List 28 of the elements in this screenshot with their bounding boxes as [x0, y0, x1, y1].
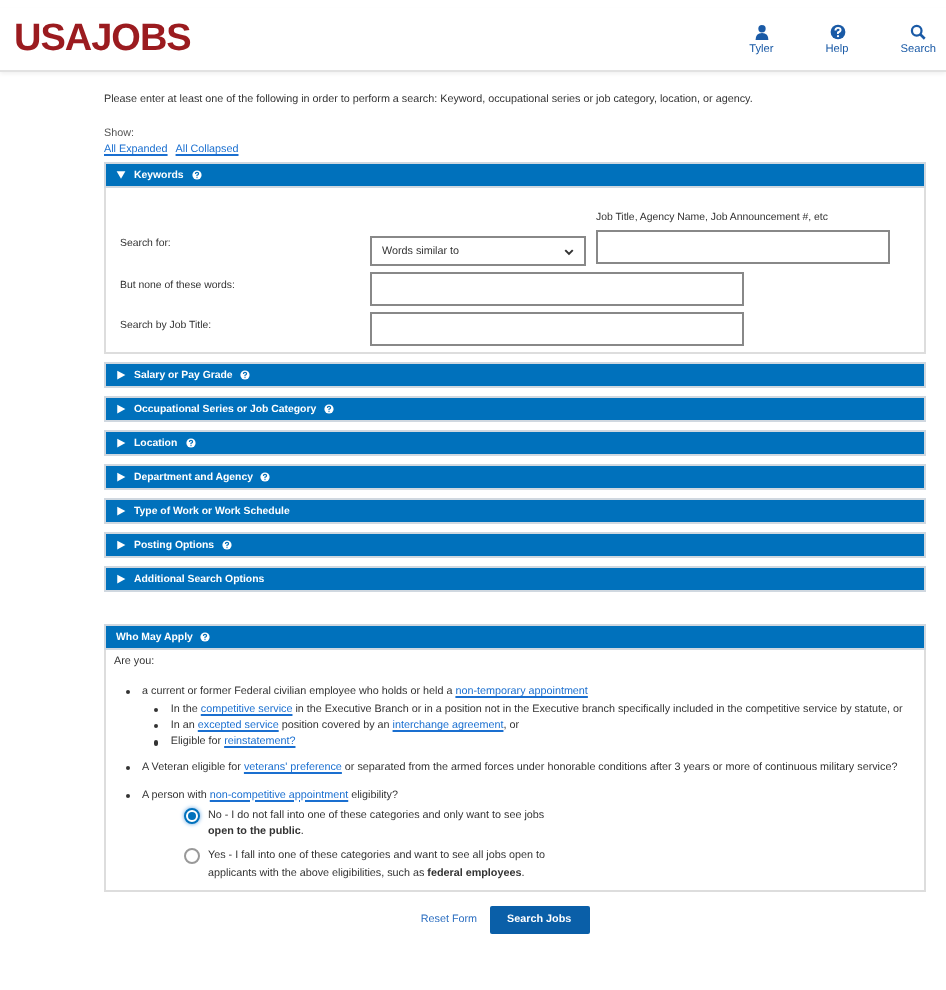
help-icon[interactable] [324, 404, 335, 414]
text-input[interactable] [370, 312, 744, 346]
collapsed-triangle-icon [116, 438, 126, 448]
collapsed-triangle-icon [116, 370, 126, 380]
help-icon[interactable] [260, 472, 271, 482]
collapsed-triangle-icon [116, 574, 126, 584]
help-icon[interactable] [222, 540, 233, 550]
help-icon [829, 23, 845, 39]
help-icon[interactable] [200, 632, 211, 642]
help-icon[interactable] [191, 170, 202, 180]
user-icon [753, 23, 770, 39]
collapsed-triangle-icon [116, 472, 126, 482]
text-input[interactable] [370, 272, 744, 306]
bullet-icon [154, 707, 159, 713]
collapsed-triangle-icon [116, 540, 126, 550]
help-icon[interactable] [240, 370, 251, 380]
collapsed-triangle-icon [116, 404, 126, 414]
expanded-triangle-icon [116, 170, 126, 180]
radio-button[interactable] [184, 808, 200, 825]
bullet-icon [154, 740, 159, 746]
collapsed-triangle-icon [116, 506, 126, 516]
bullet-icon [154, 724, 159, 729]
help-icon[interactable] [185, 438, 196, 448]
chevron-down-icon [564, 247, 574, 255]
search-icon [910, 23, 927, 39]
radio-button[interactable] [184, 848, 200, 865]
keyword-input[interactable] [596, 230, 890, 264]
logo[interactable]: USAJOBS [14, 17, 191, 61]
